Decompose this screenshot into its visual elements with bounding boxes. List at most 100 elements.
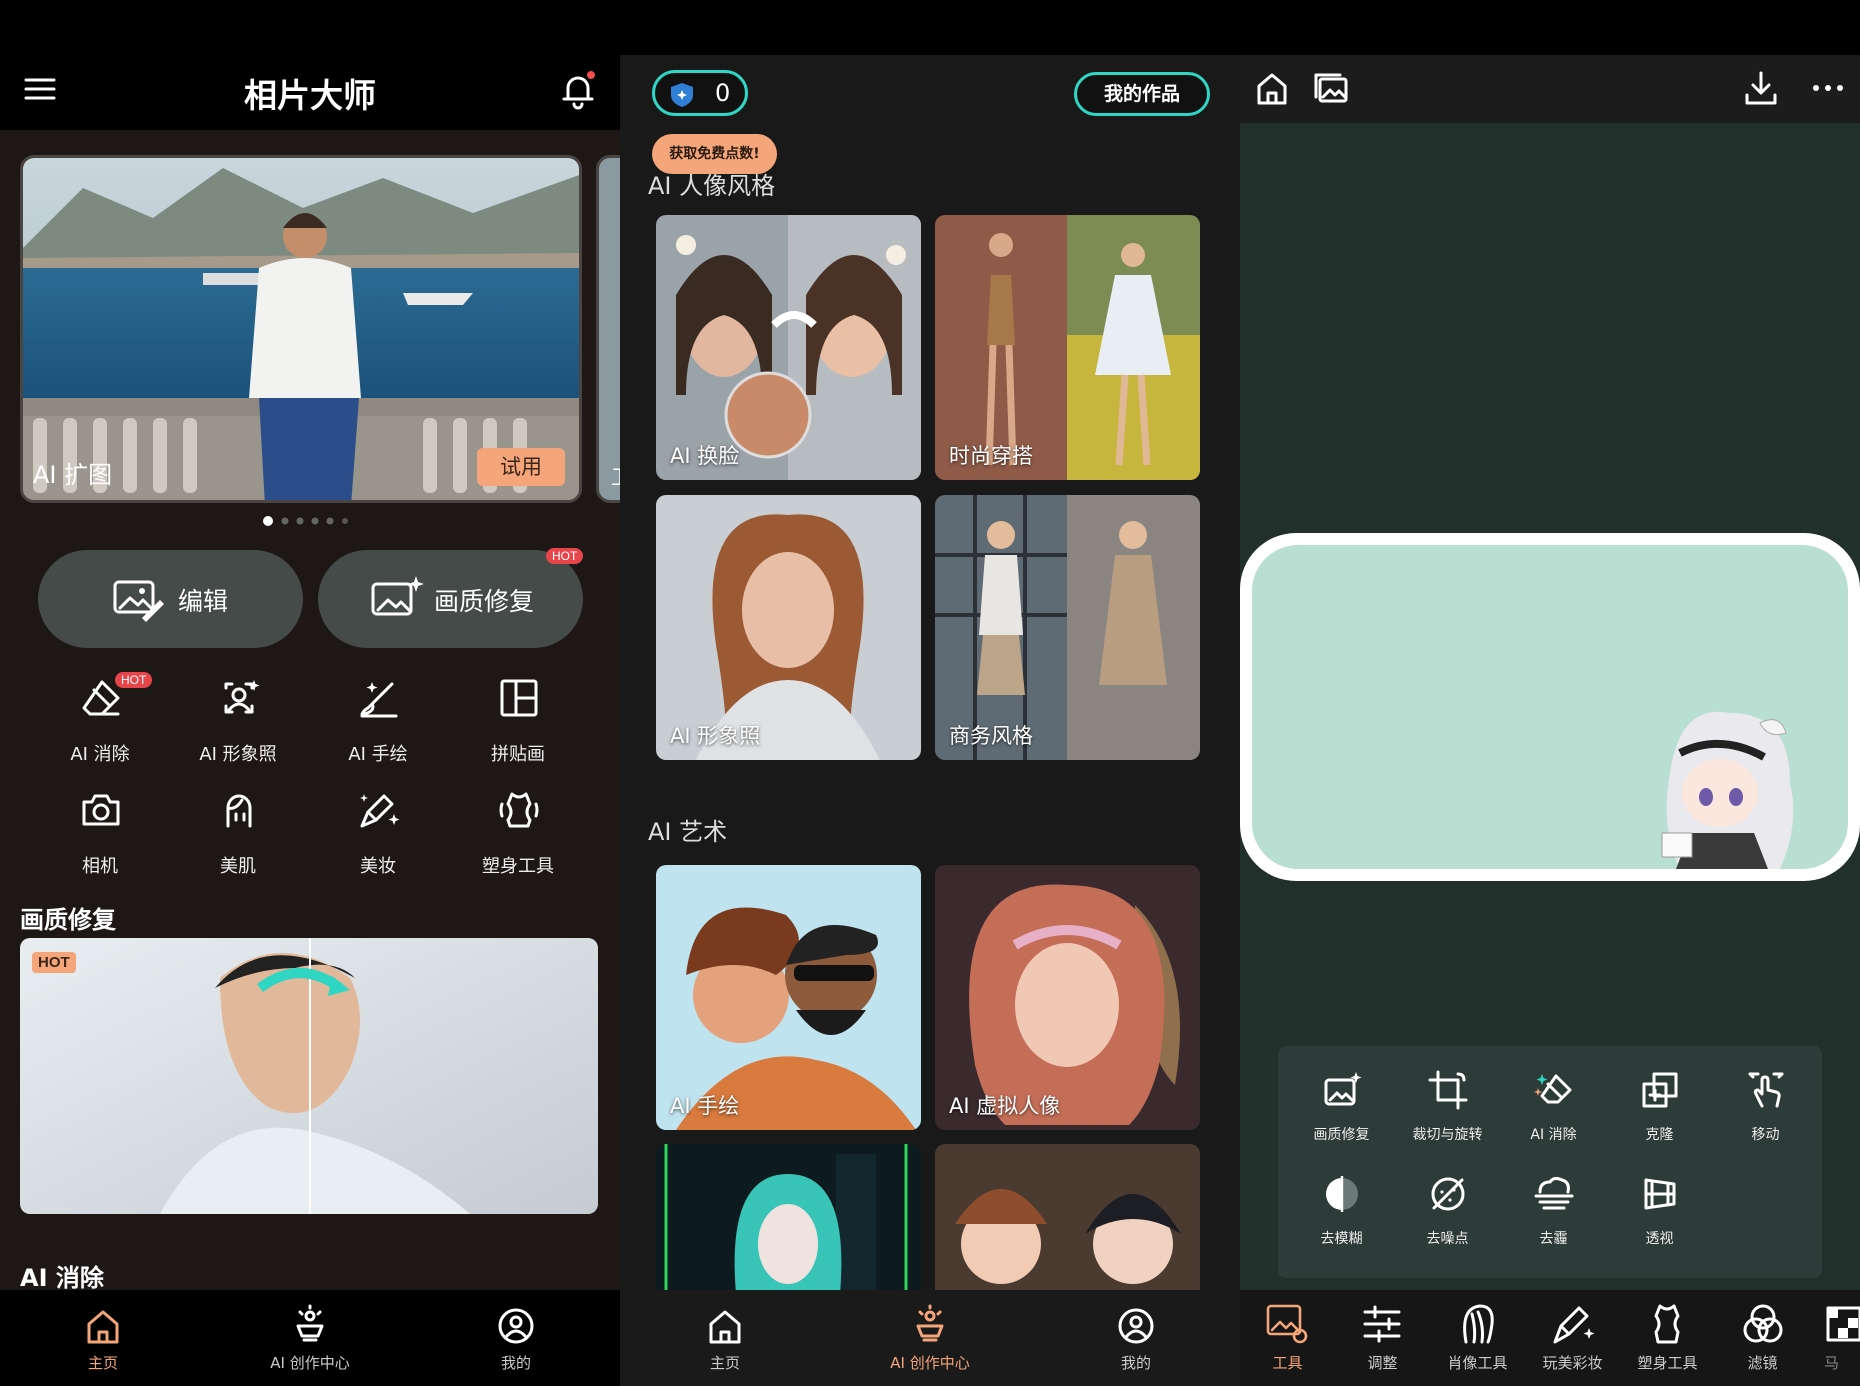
camera-icon xyxy=(80,790,122,830)
tool-label: 拼贴画 xyxy=(491,744,545,765)
bottom-tab-portrait[interactable]: 肖像工具 xyxy=(1430,1290,1525,1386)
edit-photo-icon xyxy=(112,578,164,622)
tool-label: 塑身工具 xyxy=(482,856,554,877)
tool-crop-rotate[interactable]: 裁切与旋转 xyxy=(1400,1062,1495,1162)
card-fashion-outfit[interactable]: 时尚穿搭 xyxy=(935,215,1200,480)
denoise-icon xyxy=(1428,1174,1468,1214)
enhance-button[interactable]: 画质修复 xyxy=(318,550,583,648)
canvas-image[interactable] xyxy=(1240,533,1860,881)
card-label: AI 虚拟人像 xyxy=(949,1094,1061,1118)
gallery-icon[interactable] xyxy=(1314,71,1350,107)
tool-clone[interactable]: 克隆 xyxy=(1612,1062,1707,1162)
nav-label: 主页 xyxy=(87,1354,118,1372)
banner-try-button[interactable]: 试用 xyxy=(477,448,565,486)
download-icon[interactable] xyxy=(1742,69,1780,107)
bottom-tab-label: 玩美彩妆 xyxy=(1542,1354,1603,1372)
free-points-tooltip[interactable]: 获取免费点数! xyxy=(652,134,777,174)
card-ai-headshot[interactable]: AI 形象照 xyxy=(656,495,921,760)
makeup-brush-icon xyxy=(1551,1302,1595,1346)
card-ai-virtual-portrait[interactable]: AI 虚拟人像 xyxy=(935,865,1200,1130)
tool-enhance[interactable]: 画质修复 xyxy=(1294,1062,1389,1162)
perspective-icon xyxy=(1640,1174,1680,1214)
editor-toolbar xyxy=(1240,55,1860,123)
nav-profile[interactable]: 我的 xyxy=(1076,1290,1196,1386)
tools-panel: 画质修复 裁切与旋转 AI 消除 克隆 移动 去模糊 去噪点 去霾 透视 xyxy=(1278,1046,1822,1278)
enhance-photo-icon xyxy=(370,574,424,620)
points-counter[interactable]: 0 xyxy=(652,70,748,116)
menu-icon[interactable] xyxy=(22,71,58,107)
more-options-icon[interactable] xyxy=(1810,69,1846,107)
tool-ai-drawing[interactable]: AI 手绘 xyxy=(318,670,438,770)
section-title-erase: AI 消除 xyxy=(20,1264,104,1292)
tool-move[interactable]: 移动 xyxy=(1718,1062,1813,1162)
tool-label: 去模糊 xyxy=(1320,1231,1363,1247)
tool-denoise[interactable]: 去噪点 xyxy=(1400,1166,1495,1266)
card-label: 时尚穿搭 xyxy=(949,444,1033,468)
clone-icon xyxy=(1640,1070,1680,1110)
points-value: 0 xyxy=(715,79,731,107)
bottom-tab-filter[interactable]: 滤镜 xyxy=(1715,1290,1810,1386)
editor-panel: 画质修复 裁切与旋转 AI 消除 克隆 移动 去模糊 去噪点 去霾 透视 工具 … xyxy=(1240,0,1860,1386)
tools-icon xyxy=(1264,1302,1310,1346)
bottom-tab-label: 滤镜 xyxy=(1747,1354,1778,1372)
enhance-photo-icon xyxy=(1322,1070,1362,1110)
promo-hot-badge: HOT xyxy=(32,952,76,973)
card-cyber-art[interactable] xyxy=(656,1144,921,1294)
tool-skin[interactable]: 美肌 xyxy=(178,782,298,882)
tool-body-shape[interactable]: 塑身工具 xyxy=(458,782,578,882)
banner-ai-expand[interactable]: AI 扩图 试用 xyxy=(20,155,582,503)
status-bar xyxy=(1240,0,1860,55)
my-works-button[interactable]: 我的作品 xyxy=(1074,72,1210,116)
body-shape-icon xyxy=(1646,1302,1688,1346)
mosaic-icon xyxy=(1824,1304,1860,1344)
card-ai-handdrawn[interactable]: AI 手绘 xyxy=(656,865,921,1130)
nav-label: 我的 xyxy=(500,1354,531,1372)
tool-ai-erase[interactable]: HOT AI 消除 xyxy=(40,670,160,770)
bottom-tab-body[interactable]: 塑身工具 xyxy=(1620,1290,1715,1386)
bottom-tab-tools[interactable]: 工具 xyxy=(1240,1290,1335,1386)
profile-icon xyxy=(496,1306,536,1346)
tool-perspective[interactable]: 透视 xyxy=(1612,1166,1707,1266)
tool-label: AI 消除 xyxy=(1530,1127,1577,1143)
bottom-tab-label: 马 xyxy=(1824,1354,1840,1372)
dehaze-icon xyxy=(1534,1174,1574,1214)
edit-button[interactable]: 编辑 xyxy=(38,550,303,648)
enhance-promo-card[interactable]: HOT xyxy=(20,938,598,1214)
tool-label: AI 形象照 xyxy=(199,744,277,765)
status-bar xyxy=(620,0,1240,55)
tool-label: 相机 xyxy=(82,856,118,877)
collage-icon xyxy=(498,678,540,718)
home-icon[interactable] xyxy=(1254,71,1290,107)
bottom-tab-label: 工具 xyxy=(1272,1354,1303,1372)
bottom-nav: 主页 AI 创作中心 我的 xyxy=(0,1290,620,1386)
nav-home[interactable]: 主页 xyxy=(43,1290,163,1386)
portrait-hair-icon xyxy=(1456,1302,1498,1346)
brush-icon xyxy=(358,678,400,718)
ai-create-icon xyxy=(910,1304,950,1344)
ai-erase-hot-badge: HOT xyxy=(115,672,153,688)
card-business-style[interactable]: 商务风格 xyxy=(935,495,1200,760)
card-doll-art[interactable] xyxy=(935,1144,1200,1294)
makeup-icon xyxy=(358,790,400,830)
tool-dehaze[interactable]: 去霾 xyxy=(1506,1166,1601,1266)
nav-ai-center[interactable]: AI 创作中心 xyxy=(870,1290,990,1386)
notification-bell-icon[interactable] xyxy=(558,69,598,111)
nav-label: 我的 xyxy=(1120,1354,1151,1372)
nav-profile[interactable]: 我的 xyxy=(456,1290,576,1386)
carousel-dots xyxy=(263,516,359,526)
tool-camera[interactable]: 相机 xyxy=(40,782,160,882)
nav-home[interactable]: 主页 xyxy=(665,1290,785,1386)
bottom-tab-makeup[interactable]: 玩美彩妆 xyxy=(1525,1290,1620,1386)
tool-ai-portrait[interactable]: AI 形象照 xyxy=(178,670,298,770)
bottom-tab-mosaic[interactable]: 马 xyxy=(1810,1290,1860,1386)
tool-ai-erase[interactable]: AI 消除 xyxy=(1506,1062,1601,1162)
tool-collage[interactable]: 拼贴画 xyxy=(458,670,578,770)
tool-makeup[interactable]: 美妆 xyxy=(318,782,438,882)
card-label: 商务风格 xyxy=(949,724,1033,748)
card-ai-faceswap[interactable]: AI 换脸 xyxy=(656,215,921,480)
banner-next-peek[interactable]: 卫 xyxy=(596,155,620,503)
deblur-icon xyxy=(1322,1174,1362,1214)
nav-ai-center[interactable]: AI 创作中心 xyxy=(250,1290,370,1386)
tool-deblur[interactable]: 去模糊 xyxy=(1294,1166,1389,1266)
bottom-tab-adjust[interactable]: 调整 xyxy=(1335,1290,1430,1386)
